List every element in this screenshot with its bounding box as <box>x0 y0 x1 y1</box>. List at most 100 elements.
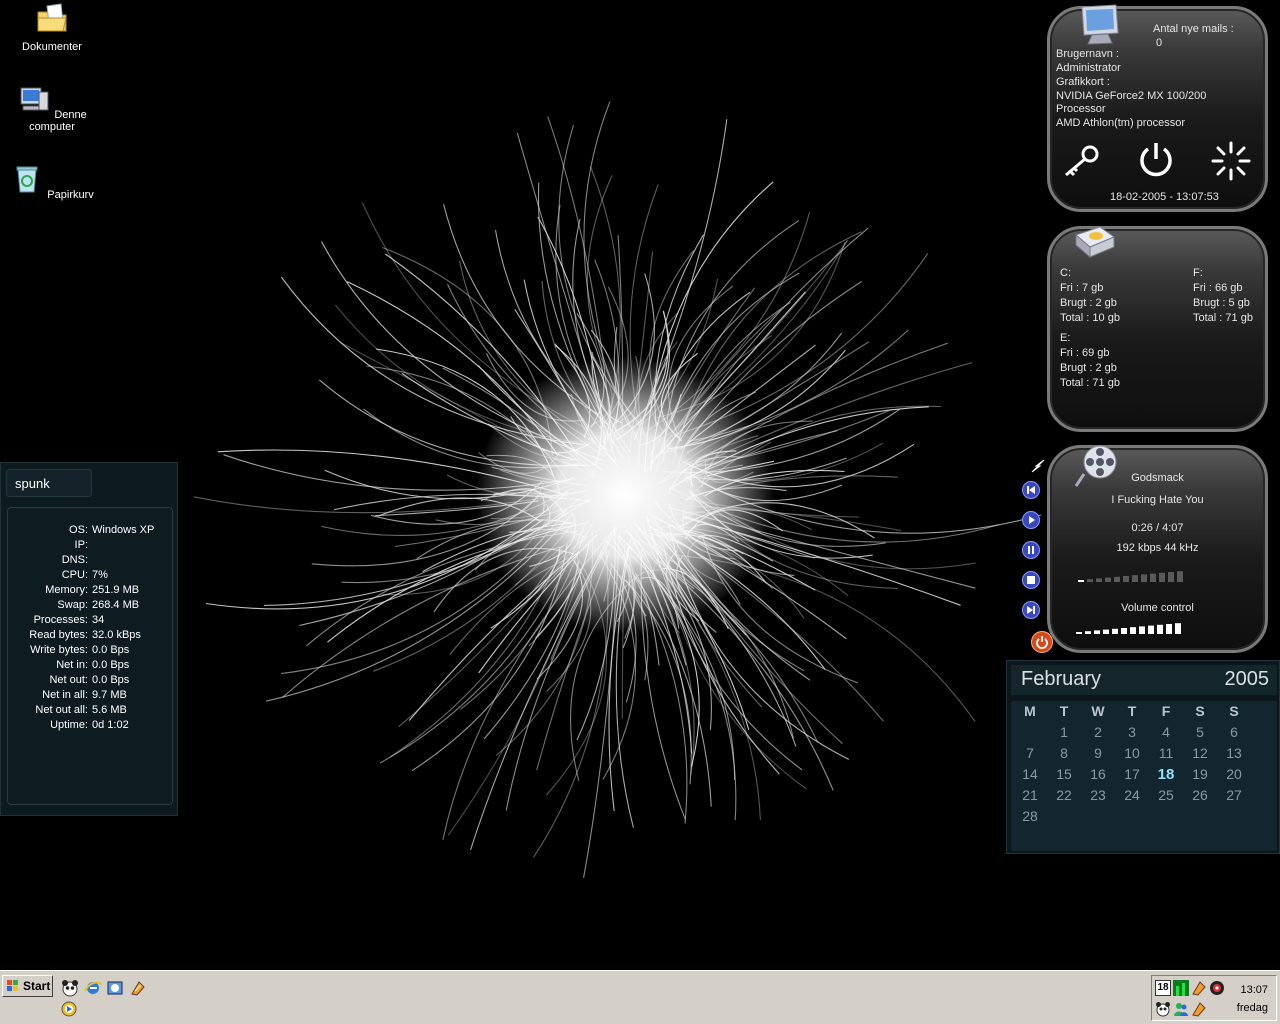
progress-step[interactable] <box>1105 577 1111 582</box>
progress-step[interactable] <box>1141 574 1147 582</box>
taskbar-clock[interactable]: 13:07 <box>1240 984 1268 996</box>
volume-step[interactable] <box>1085 631 1091 634</box>
play-button[interactable] <box>1022 511 1040 529</box>
system-info-key: Uptime: <box>50 719 88 731</box>
calendar-day[interactable]: 15 <box>1047 766 1081 782</box>
calendar-year: 2005 <box>1224 668 1270 690</box>
calendar-day[interactable]: 19 <box>1183 766 1217 782</box>
panda-tray-icon[interactable] <box>1155 1001 1171 1017</box>
media-player-icon[interactable] <box>61 1001 77 1017</box>
calendar-weekday: F <box>1161 703 1171 719</box>
calendar-day[interactable]: 25 <box>1149 787 1183 803</box>
desktop-icon-documents[interactable]: Dokumenter <box>7 2 97 53</box>
pause-button[interactable] <box>1022 541 1040 559</box>
calendar-day[interactable]: 14 <box>1013 766 1047 782</box>
calendar-day[interactable]: 16 <box>1081 766 1115 782</box>
volume-step[interactable] <box>1112 628 1118 634</box>
volume-step[interactable] <box>1076 632 1082 634</box>
start-button[interactable]: Start <box>2 975 53 997</box>
calendar-day[interactable]: 7 <box>1013 745 1047 761</box>
system-info-value: 0.0 Bps <box>92 659 130 671</box>
calendar-day[interactable]: 17 <box>1115 766 1149 782</box>
calendar-day[interactable]: 13 <box>1217 745 1251 761</box>
calendar-day[interactable]: 8 <box>1047 745 1081 761</box>
calendar-weekday: S <box>1229 703 1239 719</box>
mail-count: 0 <box>1156 37 1163 49</box>
volume-step[interactable] <box>1139 626 1145 634</box>
calendar-day[interactable]: 28 <box>1013 808 1047 824</box>
user-value: Administrator <box>1056 62 1121 74</box>
calendar-day-today[interactable]: 18 <box>1149 766 1183 783</box>
panda-icon[interactable] <box>61 979 79 997</box>
volume-step[interactable] <box>1175 623 1181 634</box>
calendar-day[interactable]: 12 <box>1183 745 1217 761</box>
calendar-day[interactable]: 22 <box>1047 787 1081 803</box>
calendar-day[interactable]: 27 <box>1217 787 1251 803</box>
calendar-day[interactable]: 1 <box>1047 724 1081 740</box>
progress-step[interactable] <box>1096 578 1102 582</box>
volume-step[interactable] <box>1094 630 1100 634</box>
calendar-weekday: T <box>1059 703 1069 719</box>
network-meter-icon[interactable] <box>1173 980 1189 996</box>
calendar-day[interactable]: 3 <box>1115 724 1149 740</box>
calendar-day[interactable]: 20 <box>1217 766 1251 782</box>
close-player-button[interactable] <box>1031 631 1053 653</box>
progress-step[interactable] <box>1078 580 1084 582</box>
pause-icon <box>1028 546 1034 554</box>
volume-step[interactable] <box>1130 627 1136 634</box>
progress-step[interactable] <box>1150 573 1156 582</box>
calendar-day[interactable]: 24 <box>1115 787 1149 803</box>
previous-button[interactable] <box>1022 481 1040 499</box>
play-icon <box>1029 516 1035 524</box>
calendar-day[interactable]: 21 <box>1013 787 1047 803</box>
progress-step[interactable] <box>1159 572 1165 582</box>
stop-button[interactable] <box>1022 571 1040 589</box>
calendar-day[interactable]: 9 <box>1081 745 1115 761</box>
winamp-tray-icon[interactable] <box>1191 980 1207 996</box>
progress-step[interactable] <box>1087 579 1093 582</box>
calendar-day[interactable]: 23 <box>1081 787 1115 803</box>
volume-step[interactable] <box>1103 629 1109 634</box>
desktop-icon-my-computer[interactable]: Denne computer <box>7 82 97 133</box>
outlook-express-icon[interactable] <box>106 979 124 997</box>
track-artist: Godsmack <box>1131 472 1184 484</box>
taskbar: Start 18 13:07 fredag <box>0 970 1280 1024</box>
system-widget: Antal nye mails : 0 Brugernavn : Adminis… <box>1047 4 1268 212</box>
volume-step[interactable] <box>1148 625 1154 634</box>
progress-step[interactable] <box>1114 576 1120 582</box>
volume-step[interactable] <box>1166 624 1172 634</box>
loading-icon[interactable] <box>1210 140 1252 182</box>
system-info-value: 0.0 Bps <box>92 674 130 686</box>
progress-step[interactable] <box>1123 576 1129 582</box>
volume-slider[interactable] <box>1076 618 1188 636</box>
antivirus-icon[interactable] <box>1209 980 1225 996</box>
calendar-day[interactable]: 2 <box>1081 724 1115 740</box>
winamp-agent-icon[interactable] <box>1191 1001 1207 1017</box>
progress-step[interactable] <box>1168 572 1174 582</box>
calendar-day[interactable]: 11 <box>1149 745 1183 761</box>
system-tray: 18 13:07 fredag <box>1151 975 1277 1021</box>
volume-step[interactable] <box>1121 628 1127 634</box>
calendar-day[interactable]: 4 <box>1149 724 1183 740</box>
calendar-day[interactable]: 10 <box>1115 745 1149 761</box>
system-info-key: DNS: <box>61 554 88 566</box>
calendar-tray-icon[interactable]: 18 <box>1155 980 1171 996</box>
calendar-day[interactable]: 5 <box>1183 724 1217 740</box>
desktop-icon-recycle-bin[interactable]: Papirkurv <box>7 162 97 201</box>
progress-step[interactable] <box>1177 571 1183 582</box>
cpu-value: AMD Athlon(tm) processor <box>1056 117 1185 129</box>
progress-bar[interactable] <box>1078 566 1190 584</box>
power-icon[interactable] <box>1136 139 1176 179</box>
progress-step[interactable] <box>1132 575 1138 582</box>
messenger-icon[interactable] <box>1173 1001 1189 1017</box>
drive-f-total: Total : 71 gb <box>1193 312 1253 324</box>
winamp-icon[interactable] <box>129 979 147 997</box>
next-button[interactable] <box>1022 601 1040 619</box>
system-info-key: Write bytes: <box>30 644 88 656</box>
internet-explorer-icon[interactable] <box>84 979 102 997</box>
calendar-day[interactable]: 26 <box>1183 787 1217 803</box>
key-icon[interactable] <box>1060 143 1102 179</box>
volume-step[interactable] <box>1157 624 1163 634</box>
calendar-day[interactable]: 6 <box>1217 724 1251 740</box>
track-title: I Fucking Hate You <box>1111 494 1204 506</box>
